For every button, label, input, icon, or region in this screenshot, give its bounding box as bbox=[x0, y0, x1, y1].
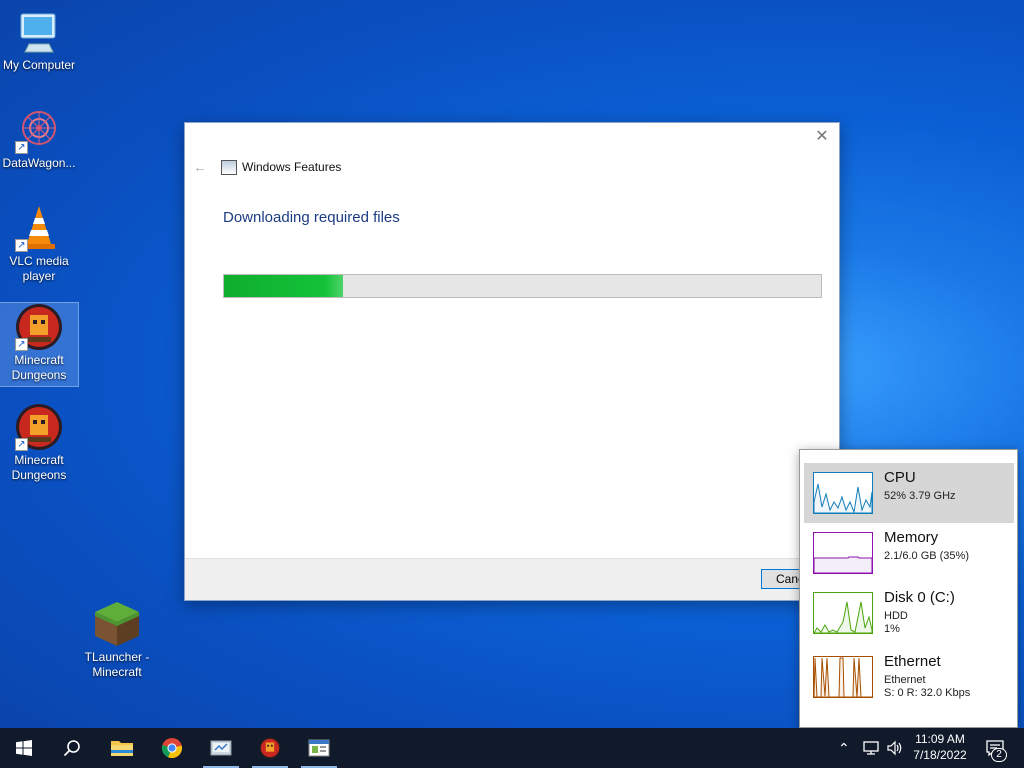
windows-features-icon bbox=[221, 160, 237, 175]
desktop-icon-minecraft-dungeons[interactable]: ↗ Minecraft Dungeons bbox=[0, 302, 79, 387]
desktop-icon-label: Minecraft Dungeons bbox=[11, 353, 67, 382]
desktop-icon-label: DataWagon... bbox=[2, 156, 76, 170]
speaker-icon bbox=[887, 740, 902, 756]
perf-item-disk[interactable]: Disk 0 (C:) HDD 1% bbox=[804, 583, 1014, 643]
dialog-heading: Downloading required files bbox=[223, 209, 400, 226]
dungeons-emblem-icon: ↗ bbox=[15, 303, 63, 351]
shortcut-arrow-icon: ↗ bbox=[15, 141, 28, 154]
dialog-footer: Cancel bbox=[185, 558, 839, 600]
perf-detail: Ethernet bbox=[884, 674, 926, 686]
windows-features-icon bbox=[308, 739, 330, 757]
minecraft-dungeons-icon bbox=[259, 737, 281, 759]
desktop-icon-label: VLC media player bbox=[9, 254, 69, 283]
perf-detail: HDD bbox=[884, 610, 908, 622]
download-progress-bar bbox=[223, 274, 822, 298]
show-hidden-icons[interactable]: ⌃ bbox=[838, 728, 850, 768]
memory-graph bbox=[813, 532, 873, 574]
desktop-icon-vlc[interactable]: ↗ VLC media player bbox=[0, 204, 78, 284]
perf-detail-2: 1% bbox=[884, 623, 900, 635]
volume-tray[interactable] bbox=[886, 728, 904, 768]
desktop-icon-minecraft-dungeons-2[interactable]: ↗ Minecraft Dungeons bbox=[0, 403, 78, 483]
desktop-icon-datawagon[interactable]: ↗ DataWagon... bbox=[0, 106, 78, 171]
search-icon bbox=[63, 740, 80, 757]
perf-name: Ethernet bbox=[884, 653, 941, 670]
perf-item-ethernet[interactable]: Ethernet Ethernet S: 0 R: 32.0 Kbps bbox=[804, 647, 1014, 707]
taskbar-windows-features[interactable] bbox=[295, 728, 343, 768]
desktop-icon-my-computer[interactable]: My Computer bbox=[0, 8, 78, 73]
perf-name: Disk 0 (C:) bbox=[884, 589, 955, 606]
taskbar-clock[interactable]: 11:09 AM 7/18/2022 bbox=[905, 731, 975, 763]
action-center-button[interactable]: 2 bbox=[980, 728, 1010, 768]
back-arrow-icon[interactable]: ← bbox=[193, 159, 207, 175]
clock-date: 7/18/2022 bbox=[913, 748, 967, 762]
shortcut-arrow-icon: ↗ bbox=[15, 438, 28, 451]
perf-name: Memory bbox=[884, 529, 939, 546]
perf-detail-2: S: 0 R: 32.0 Kbps bbox=[884, 687, 971, 699]
network-tray[interactable] bbox=[862, 728, 880, 768]
chrome-icon bbox=[161, 738, 183, 759]
molecule-icon: ↗ bbox=[15, 106, 63, 154]
shortcut-arrow-icon: ↗ bbox=[15, 239, 28, 252]
taskbar-minecraft-dungeons[interactable] bbox=[246, 728, 294, 768]
perf-item-cpu[interactable]: CPU 52% 3.79 GHz bbox=[804, 463, 1014, 523]
cpu-graph bbox=[813, 472, 873, 514]
start-button[interactable] bbox=[0, 728, 48, 768]
grass-block-icon bbox=[93, 600, 141, 648]
network-icon bbox=[863, 741, 879, 755]
taskbar-control-panel[interactable] bbox=[197, 728, 245, 768]
desktop-icon-label: My Computer bbox=[2, 58, 76, 72]
dungeons-emblem-icon: ↗ bbox=[15, 403, 63, 451]
taskbar-file-explorer[interactable] bbox=[98, 728, 146, 768]
shortcut-arrow-icon: ↗ bbox=[15, 338, 28, 351]
perf-item-memory[interactable]: Memory 2.1/6.0 GB (35%) bbox=[804, 523, 1014, 583]
notification-count-badge: 2 bbox=[991, 748, 1007, 762]
clock-time: 11:09 AM bbox=[915, 732, 965, 746]
perf-name: CPU bbox=[884, 469, 916, 486]
ethernet-graph bbox=[813, 656, 873, 698]
control-panel-icon bbox=[210, 740, 232, 756]
desktop-icon-label: TLauncher - Minecraft bbox=[84, 650, 150, 679]
performance-flyout: CPU 52% 3.79 GHz Memory 2.1/6.0 GB (35%)… bbox=[799, 449, 1018, 728]
chevron-up-icon: ⌃ bbox=[838, 739, 850, 756]
desktop-icon-label: Minecraft Dungeons bbox=[11, 453, 67, 482]
disk-graph bbox=[813, 592, 873, 634]
windows-features-dialog: ✕ ← Windows Features Downloading require… bbox=[184, 122, 840, 601]
monitor-icon bbox=[15, 8, 63, 56]
close-icon[interactable]: ✕ bbox=[813, 128, 831, 146]
traffic-cone-icon: ↗ bbox=[15, 204, 63, 252]
taskbar: ⌃ 11:09 AM 7/18/2022 2 bbox=[0, 728, 1024, 768]
perf-detail: 2.1/6.0 GB (35%) bbox=[884, 550, 969, 562]
dialog-title: Windows Features bbox=[242, 160, 342, 174]
progress-fill bbox=[224, 275, 344, 297]
desktop-icon-tlauncher[interactable]: TLauncher - Minecraft bbox=[78, 600, 156, 680]
start-icon bbox=[16, 740, 32, 756]
perf-detail: 52% 3.79 GHz bbox=[884, 490, 956, 502]
search-button[interactable] bbox=[48, 728, 96, 768]
file-explorer-icon bbox=[111, 741, 133, 756]
taskbar-chrome[interactable] bbox=[148, 728, 196, 768]
